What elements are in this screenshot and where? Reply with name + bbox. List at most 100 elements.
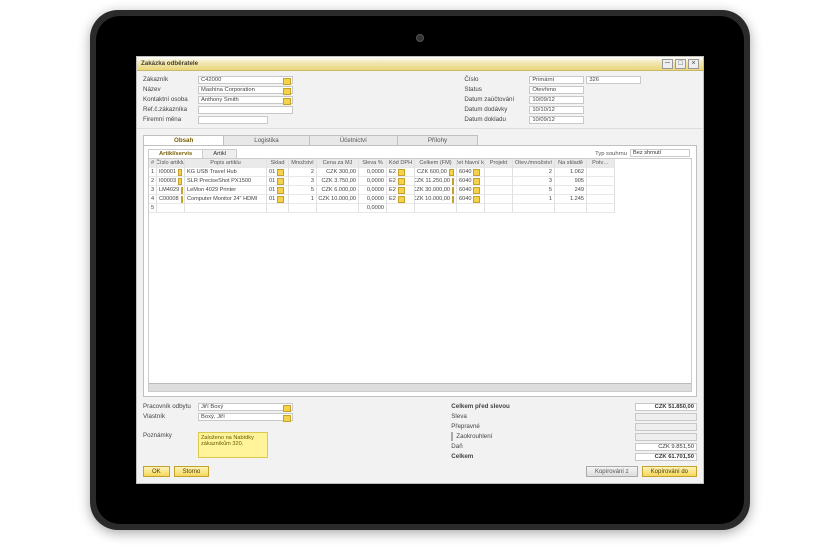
- tab-obsah[interactable]: Obsah: [143, 135, 224, 145]
- cell[interactable]: 5: [513, 186, 555, 195]
- cell[interactable]: C00008: [157, 195, 185, 204]
- titlebar[interactable]: Zakázka odběratele ─ □ ×: [137, 57, 703, 71]
- column-header[interactable]: Číslo artiklu: [157, 159, 185, 168]
- cell[interactable]: 5: [149, 204, 157, 213]
- cell[interactable]: 1.245: [555, 195, 587, 204]
- table-row[interactable]: 2I00003SLR PreciseShot PX1500013CZK 3.75…: [149, 177, 691, 186]
- column-header[interactable]: #: [149, 159, 157, 168]
- cell[interactable]: [185, 204, 267, 213]
- field-input[interactable]: 10/09/12: [529, 116, 584, 124]
- subtab-item-service[interactable]: Artikl/servis: [148, 149, 203, 158]
- cell[interactable]: 01: [267, 195, 289, 204]
- cell[interactable]: E2: [387, 168, 415, 177]
- cell[interactable]: [587, 204, 615, 213]
- cell[interactable]: 6040: [457, 195, 485, 204]
- column-header[interactable]: Množství: [289, 159, 317, 168]
- cell[interactable]: 1: [149, 168, 157, 177]
- cell[interactable]: [485, 195, 513, 204]
- cell[interactable]: 0,0000: [359, 177, 387, 186]
- cell[interactable]: [513, 204, 555, 213]
- rounding-checkbox[interactable]: [451, 432, 453, 441]
- cell[interactable]: 5: [289, 186, 317, 195]
- summary-type-select[interactable]: Bez shrnutí: [630, 149, 690, 157]
- cell[interactable]: [289, 204, 317, 213]
- subtab-item[interactable]: Artikl: [202, 149, 237, 158]
- cell[interactable]: LeMon 4029 Printer: [185, 186, 267, 195]
- close-button[interactable]: ×: [688, 59, 699, 69]
- cell[interactable]: 2: [289, 168, 317, 177]
- cell[interactable]: E2: [387, 195, 415, 204]
- owner-field[interactable]: Boxý, Jiří: [198, 413, 293, 421]
- cell[interactable]: 0,0000: [359, 168, 387, 177]
- cell[interactable]: CZK 11.250,00: [415, 177, 457, 186]
- cell[interactable]: E2: [387, 177, 415, 186]
- column-header[interactable]: Sklad: [267, 159, 289, 168]
- cell[interactable]: KG USB Travel Hub: [185, 168, 267, 177]
- cell[interactable]: [387, 204, 415, 213]
- field-input[interactable]: Mashina Corporation: [198, 86, 293, 94]
- horizontal-scrollbar[interactable]: [149, 383, 691, 391]
- cell[interactable]: CZK 30.000,00: [415, 186, 457, 195]
- cell[interactable]: 2: [149, 177, 157, 186]
- field-input[interactable]: 10/09/12: [529, 96, 584, 104]
- table-row[interactable]: 3LM4029LeMon 4029 Printer015CZK 6.000,00…: [149, 186, 691, 195]
- tab-účetnictví[interactable]: Účetnictví: [309, 135, 398, 145]
- cell[interactable]: CZK 3.750,00: [317, 177, 359, 186]
- cell[interactable]: 249: [555, 186, 587, 195]
- total-value[interactable]: [635, 433, 697, 441]
- cell[interactable]: [587, 186, 615, 195]
- cell[interactable]: [485, 177, 513, 186]
- field-input[interactable]: Primární: [529, 76, 584, 84]
- column-header[interactable]: Cena za MJ: [317, 159, 359, 168]
- cell[interactable]: [457, 204, 485, 213]
- column-header[interactable]: Potv…: [587, 159, 615, 168]
- ok-button[interactable]: OK: [143, 466, 170, 477]
- cell[interactable]: CZK 10.000,00: [317, 195, 359, 204]
- cell[interactable]: 2: [513, 168, 555, 177]
- column-header[interactable]: Popis artiklu: [185, 159, 267, 168]
- table-row[interactable]: 5 0,0000: [149, 204, 691, 213]
- cell[interactable]: 905: [555, 177, 587, 186]
- cell[interactable]: CZK 6.000,00: [317, 186, 359, 195]
- column-header[interactable]: Otev./množství: [513, 159, 555, 168]
- field-input[interactable]: C42000: [198, 76, 293, 84]
- cell[interactable]: 01: [267, 186, 289, 195]
- field-input[interactable]: Anthony Smith: [198, 96, 293, 104]
- field-input[interactable]: [198, 116, 268, 124]
- table-row[interactable]: 1I00001KG USB Travel Hub012CZK 300,000,0…: [149, 168, 691, 177]
- cell[interactable]: [415, 204, 457, 213]
- cell[interactable]: [555, 204, 587, 213]
- total-value[interactable]: [635, 423, 697, 431]
- cell[interactable]: 1: [289, 195, 317, 204]
- table-row[interactable]: 4C00008Computer Monitor 24" HDMI011CZK 1…: [149, 195, 691, 204]
- cell[interactable]: [485, 204, 513, 213]
- cell[interactable]: E2: [387, 186, 415, 195]
- field-input[interactable]: 326: [586, 76, 641, 84]
- maximize-button[interactable]: □: [675, 59, 686, 69]
- cell[interactable]: [157, 204, 185, 213]
- tab-logistika[interactable]: Logistika: [223, 135, 309, 145]
- cell[interactable]: SLR PreciseShot PX1500: [185, 177, 267, 186]
- cell[interactable]: CZK 10.000,00: [415, 195, 457, 204]
- cell[interactable]: 0,0000: [359, 204, 387, 213]
- cell[interactable]: [587, 168, 615, 177]
- cell[interactable]: 0,0000: [359, 186, 387, 195]
- cell[interactable]: 0,0000: [359, 195, 387, 204]
- column-header[interactable]: Sleva %: [359, 159, 387, 168]
- field-input[interactable]: Otevřeno: [529, 86, 584, 94]
- cell[interactable]: 1: [513, 195, 555, 204]
- cell[interactable]: [485, 186, 513, 195]
- cell[interactable]: 01: [267, 177, 289, 186]
- cell[interactable]: [587, 195, 615, 204]
- copy-from-button[interactable]: Kopírování z: [586, 466, 638, 477]
- cell[interactable]: 1.062: [555, 168, 587, 177]
- cell[interactable]: 3: [149, 186, 157, 195]
- cell[interactable]: [485, 168, 513, 177]
- field-input[interactable]: [198, 106, 293, 114]
- cell[interactable]: I00001: [157, 168, 185, 177]
- total-value[interactable]: [635, 413, 697, 421]
- cell[interactable]: 3: [513, 177, 555, 186]
- minimize-button[interactable]: ─: [662, 59, 673, 69]
- column-header[interactable]: Celkem (FM): [415, 159, 457, 168]
- cell[interactable]: [317, 204, 359, 213]
